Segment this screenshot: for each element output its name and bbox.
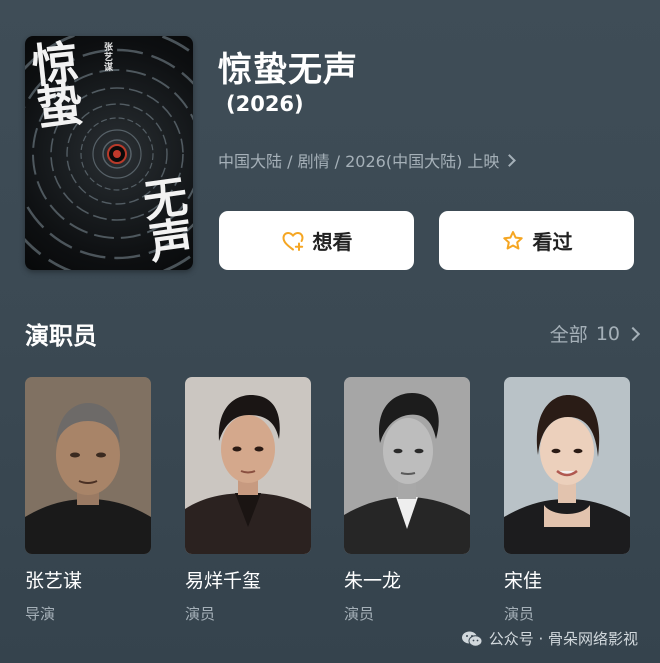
poster-credit: 张艺谋 — [102, 42, 112, 72]
cast-role: 演员 — [185, 605, 216, 623]
person-portrait — [504, 377, 630, 554]
watermark: 公众号 · 骨朵网络影视 — [461, 628, 638, 649]
wechat-icon — [461, 631, 483, 647]
cast-card[interactable]: 易烊千玺 演员 — [185, 377, 311, 624]
person-portrait — [25, 377, 151, 554]
movie-title: 惊蛰无声 — [218, 50, 358, 90]
movie-meta-link[interactable]: 中国大陆 / 剧情 / 2026(中国大陆) 上映 — [218, 148, 517, 172]
cast-name: 张艺谋 — [25, 570, 83, 592]
cast-role: 演员 — [504, 605, 535, 623]
watermark-text: 公众号 · 骨朵网络影视 — [488, 630, 638, 648]
chevron-right-icon — [503, 153, 517, 167]
cast-view-all-link[interactable]: 全部 10 — [549, 320, 641, 347]
movie-year: (2026) — [226, 92, 304, 116]
cast-name: 朱一龙 — [344, 570, 402, 592]
want-to-watch-label: 想看 — [312, 230, 353, 254]
watched-button[interactable]: 看过 — [439, 211, 634, 270]
heart-plus-icon — [282, 231, 303, 251]
cast-photo — [504, 377, 630, 554]
poster-title-top: 惊蛰 — [25, 37, 86, 127]
cast-photo — [344, 377, 470, 554]
want-to-watch-button[interactable]: 想看 — [219, 211, 414, 270]
cast-photo — [25, 377, 151, 554]
person-portrait — [344, 377, 470, 554]
cast-photo — [185, 377, 311, 554]
cast-card[interactable]: 宋佳 演员 — [504, 377, 630, 624]
cast-name: 易烊千玺 — [185, 570, 262, 592]
cast-view-all-label: 全部 — [549, 324, 588, 346]
cast-role: 导演 — [25, 605, 56, 623]
cast-section-title: 演职员 — [25, 322, 97, 350]
cast-card[interactable]: 朱一龙 演员 — [344, 377, 470, 624]
cast-role: 演员 — [344, 605, 375, 623]
star-icon — [502, 230, 523, 249]
poster-title-bottom: 无声 — [132, 172, 193, 264]
movie-meta-text: 中国大陆 / 剧情 / 2026(中国大陆) 上映 — [218, 152, 500, 171]
cast-name: 宋佳 — [504, 570, 543, 592]
movie-poster[interactable]: 惊蛰 张艺谋 无声 — [25, 36, 193, 270]
person-portrait — [185, 377, 311, 554]
cast-count: 10 — [595, 322, 620, 345]
chevron-right-icon — [625, 326, 641, 341]
watched-label: 看过 — [532, 230, 573, 254]
cast-card[interactable]: 张艺谋 导演 — [25, 377, 151, 624]
